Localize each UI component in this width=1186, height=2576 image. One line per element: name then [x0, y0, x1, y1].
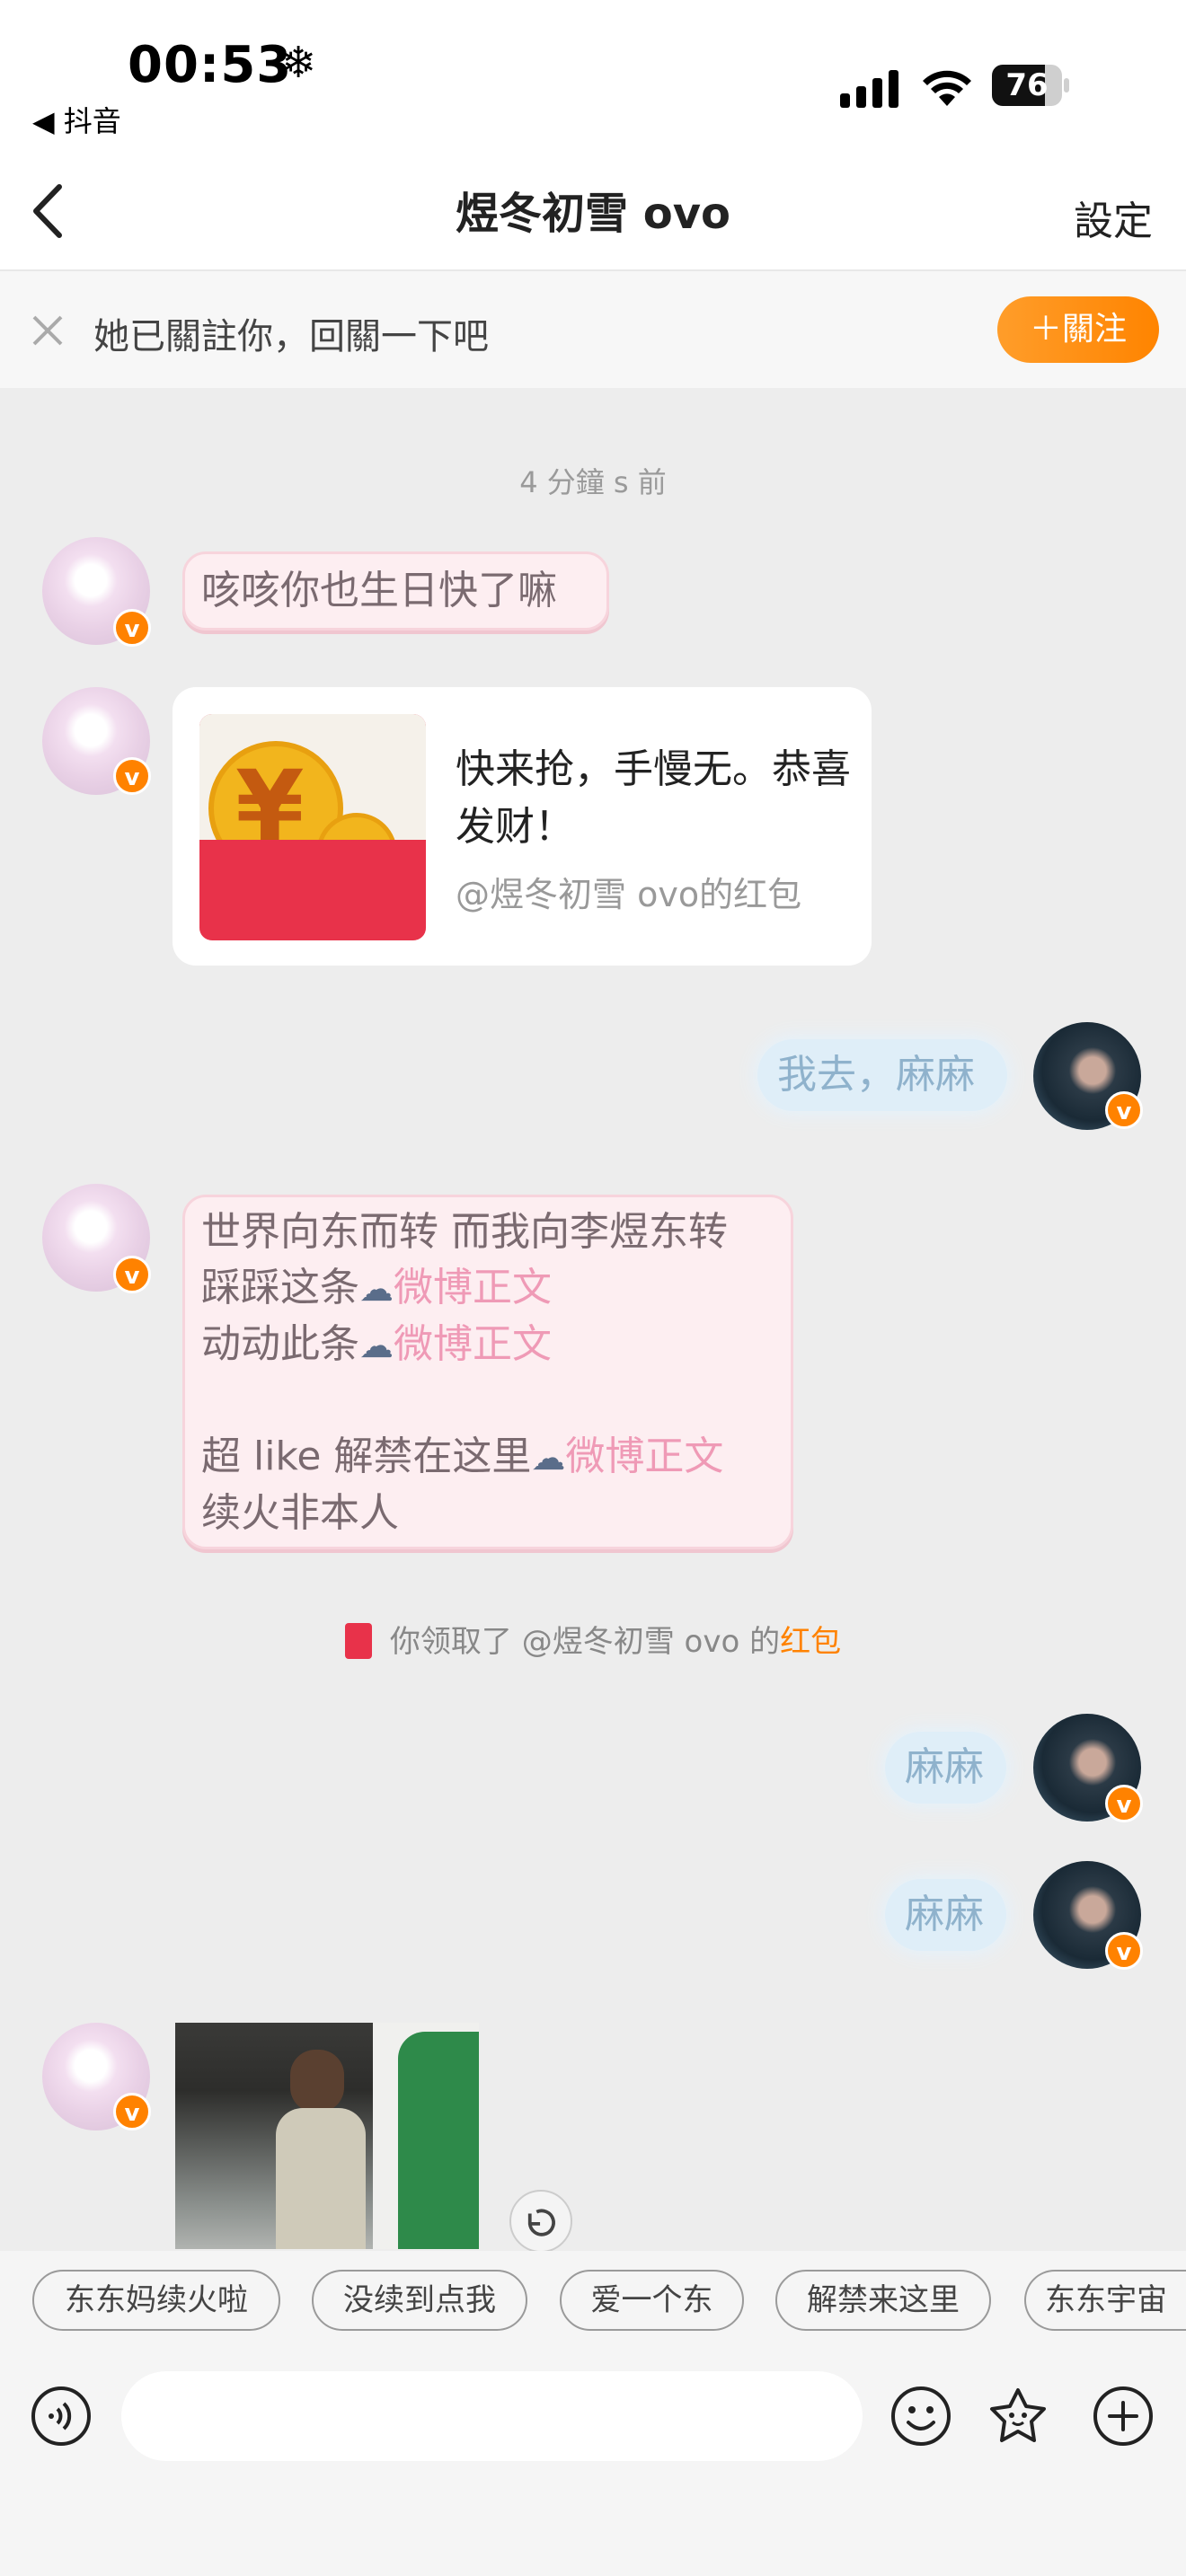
- message-bubble[interactable]: 麻麻: [885, 1732, 1006, 1804]
- back-to-app-link[interactable]: ◀ 抖音: [32, 99, 121, 140]
- wifi-icon: [923, 70, 971, 106]
- message-line: 动动此条☁微博正文: [201, 1321, 552, 1367]
- message-input[interactable]: [121, 2371, 863, 2461]
- red-packet-sender: @煜冬初雪 ovo的红包: [456, 875, 802, 914]
- follow-prompt-text: 她已關註你，回關一下吧: [93, 316, 489, 357]
- voice-icon[interactable]: [30, 2385, 93, 2448]
- quick-reply-chip[interactable]: 没续到点我: [312, 2270, 527, 2331]
- verified-badge-icon: v: [113, 609, 151, 647]
- red-packet-link[interactable]: 红包: [780, 1624, 841, 1660]
- battery-level: 76: [1005, 67, 1049, 103]
- battery-icon: 76: [992, 65, 1071, 106]
- message-bubble[interactable]: 世界向东而转 而我向李煜东转 踩踩这条☁微博正文 动动此条☁微博正文 超 lik…: [182, 1195, 793, 1549]
- follow-back-button[interactable]: ＋關注: [997, 296, 1159, 363]
- weibo-cloud-icon: ☁: [359, 1326, 394, 1365]
- snowflake-icon: ❄: [280, 38, 317, 88]
- weibo-cloud-icon: ☁: [531, 1438, 566, 1478]
- verified-badge-icon: v: [1105, 1932, 1143, 1970]
- verified-badge-icon: v: [113, 2093, 151, 2130]
- verified-badge-icon: v: [1105, 1785, 1143, 1822]
- red-packet-title: 快来抢，手慢无。恭喜发财！: [456, 746, 851, 850]
- weibo-link[interactable]: 微博正文: [394, 1265, 552, 1310]
- message-line: 世界向东而转 而我向李煜东转: [201, 1209, 728, 1255]
- close-icon[interactable]: [27, 310, 68, 351]
- image-message[interactable]: [175, 2023, 479, 2249]
- message-timestamp: 4 分鐘 s 前: [519, 465, 667, 499]
- plus-icon[interactable]: [1092, 2385, 1155, 2448]
- weibo-cloud-icon: ☁: [359, 1269, 394, 1309]
- sticker-icon[interactable]: [987, 2385, 1049, 2448]
- message-line: 超 like 解禁在这里☁微博正文: [201, 1434, 724, 1479]
- reply-icon[interactable]: [509, 2190, 572, 2253]
- red-packet-icon: [344, 1623, 372, 1659]
- chat-title: 煜冬初雪 ovo: [456, 189, 730, 239]
- quick-reply-chip[interactable]: 解禁来这里: [775, 2270, 991, 2331]
- message-line: 踩踩这条☁微博正文: [201, 1265, 552, 1310]
- cellular-signal-icon: [840, 70, 898, 108]
- message-bubble[interactable]: 我去，麻麻: [757, 1039, 1007, 1111]
- message-line: 续火非本人: [201, 1490, 399, 1536]
- verified-badge-icon: v: [113, 757, 151, 795]
- settings-button[interactable]: 設定: [1074, 189, 1153, 246]
- red-packet-icon: ¥: [199, 714, 426, 940]
- system-message: 你领取了 @煜冬初雪 ovo 的红包: [0, 1617, 1186, 1661]
- quick-reply-chip[interactable]: 爱一个东: [560, 2270, 744, 2331]
- weibo-link[interactable]: 微博正文: [394, 1321, 552, 1367]
- quick-reply-chip[interactable]: 东东宇宙: [1024, 2270, 1186, 2331]
- status-time: 00:53: [128, 36, 293, 94]
- verified-badge-icon: v: [113, 1256, 151, 1293]
- verified-badge-icon: v: [1105, 1091, 1143, 1129]
- quick-reply-chip[interactable]: 东东妈续火啦: [32, 2270, 280, 2331]
- weibo-link[interactable]: 微博正文: [565, 1434, 723, 1479]
- message-bubble[interactable]: 麻麻: [885, 1879, 1006, 1951]
- message-bubble[interactable]: 咳咳你也生日快了嘛: [182, 551, 609, 631]
- emoji-icon[interactable]: [890, 2385, 952, 2448]
